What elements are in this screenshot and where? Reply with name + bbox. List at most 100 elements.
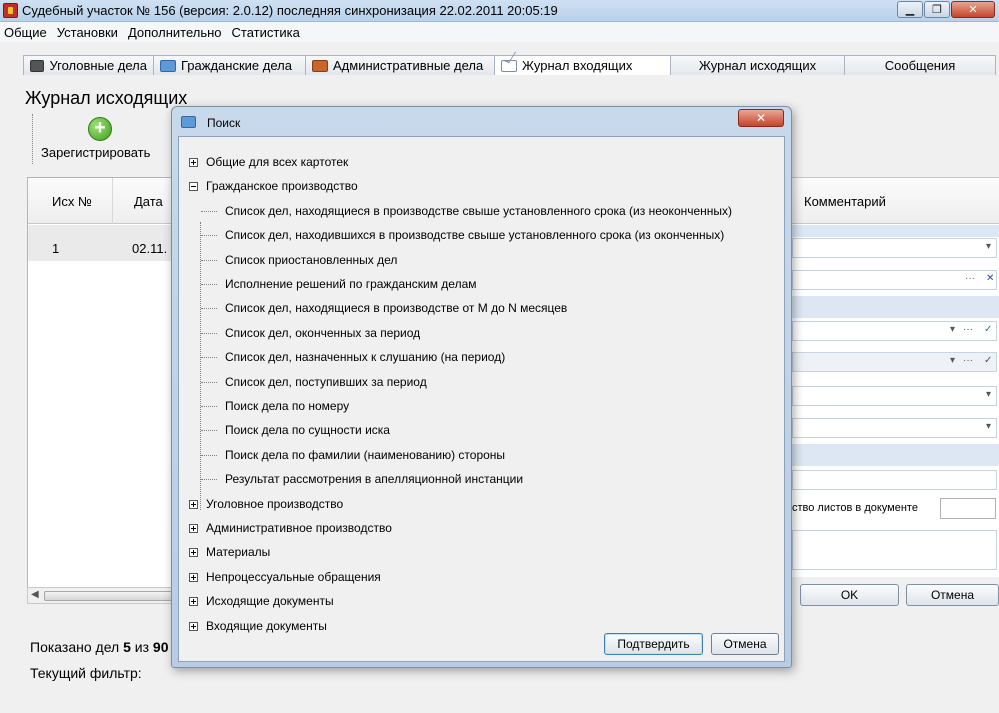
tab-civil-cases[interactable]: Гражданские дела bbox=[153, 55, 306, 75]
close-window-button[interactable]: ✕ bbox=[951, 1, 995, 18]
tree-item[interactable]: Список дел, назначенных к слушанию (на п… bbox=[225, 348, 505, 366]
expand-icon[interactable] bbox=[189, 621, 198, 631]
tab-outgoing-journal[interactable]: Журнал исходящих bbox=[670, 55, 845, 75]
tab-label: Уголовные дела bbox=[49, 58, 147, 73]
tree-item[interactable]: Исполнение решений по гражданским делам bbox=[225, 275, 477, 293]
register-button[interactable]: + Зарегистрировать bbox=[36, 114, 176, 164]
tab-messages[interactable]: Сообщения bbox=[844, 55, 996, 75]
window-titlebar: Судебный участок № 156 (версия: 2.0.12) … bbox=[0, 0, 999, 22]
briefcase-icon bbox=[30, 59, 45, 72]
collapse-icon[interactable] bbox=[189, 181, 198, 191]
tab-label: Сообщения bbox=[884, 58, 956, 73]
tree-item[interactable]: Список приостановленных дел bbox=[225, 251, 397, 269]
expand-icon[interactable] bbox=[189, 499, 198, 509]
detail-field-2[interactable]: ··· ✕ bbox=[792, 270, 997, 290]
sheets-count-stepper[interactable] bbox=[940, 498, 996, 519]
app-emblem-icon bbox=[3, 3, 18, 18]
tab-admin-cases[interactable]: Административные дела bbox=[305, 55, 495, 75]
detail-field-4[interactable]: ▾ ··· ✓ bbox=[792, 352, 997, 372]
tree-node-common[interactable]: Общие для всех картотек bbox=[189, 153, 348, 171]
detail-field-5[interactable]: ▾ bbox=[792, 386, 997, 406]
clear-icon[interactable]: ✕ bbox=[986, 273, 994, 284]
maximize-button[interactable]: ❐ bbox=[924, 1, 950, 18]
toolbar-separator bbox=[32, 114, 33, 164]
column-header-out-number[interactable]: Исх № bbox=[52, 194, 92, 209]
search-dialog: Поиск ✕ Общие для всех картотек Гражданс… bbox=[171, 106, 792, 668]
search-dialog-icon bbox=[181, 116, 196, 128]
tree-node-incoming-docs[interactable]: Входящие документы bbox=[189, 617, 327, 635]
tree-node-administrative[interactable]: Административное производство bbox=[189, 519, 392, 537]
tree-item[interactable]: Поиск дела по сущности иска bbox=[225, 421, 390, 439]
add-icon: + bbox=[88, 117, 112, 141]
detail-field-7[interactable] bbox=[792, 470, 997, 490]
tree-item[interactable]: Поиск дела по фамилии (наименованию) сто… bbox=[225, 446, 505, 464]
expand-icon[interactable] bbox=[189, 157, 198, 167]
detail-field-1[interactable]: ▾ bbox=[792, 238, 997, 258]
table-horizontal-scrollbar[interactable]: ◀ bbox=[27, 587, 173, 604]
detail-field-6[interactable]: ▾ bbox=[792, 418, 997, 438]
menu-bar: Общие Установки Дополнительно Статистика bbox=[0, 22, 999, 42]
minimize-button[interactable]: ▁ bbox=[897, 1, 923, 18]
ellipsis-icon[interactable]: ··· bbox=[963, 355, 973, 366]
column-divider bbox=[112, 178, 113, 224]
scrollbar-thumb[interactable] bbox=[44, 591, 173, 601]
mail-icon bbox=[501, 59, 517, 72]
comment-header: Комментарий bbox=[792, 178, 999, 224]
register-label: Зарегистрировать bbox=[41, 145, 151, 160]
tree-item[interactable]: Результат рассмотрения в апелляционной и… bbox=[225, 470, 523, 488]
column-header-date[interactable]: Дата bbox=[134, 194, 163, 209]
menu-additional[interactable]: Дополнительно bbox=[128, 25, 222, 40]
dialog-close-button[interactable]: ✕ bbox=[738, 109, 784, 127]
ok-button[interactable]: OK bbox=[800, 584, 899, 606]
chevron-down-icon[interactable]: ▾ bbox=[986, 241, 991, 252]
chevron-down-icon[interactable]: ▾ bbox=[986, 421, 991, 432]
tree-item[interactable]: Список дел, находившихся в производстве … bbox=[225, 226, 724, 244]
dialog-cancel-button[interactable]: Отмена bbox=[711, 633, 779, 655]
tree-guide-line bbox=[200, 222, 201, 510]
confirm-button[interactable]: Подтвердить bbox=[604, 633, 703, 655]
table-header: Исх № Дата bbox=[28, 178, 171, 224]
tab-label: Журнал исходящих bbox=[698, 58, 817, 73]
ellipsis-icon[interactable]: ··· bbox=[965, 273, 975, 284]
detail-field-3[interactable]: ▾ ··· ✓ bbox=[792, 321, 997, 341]
table-row[interactable]: 1 02.11. bbox=[28, 225, 171, 261]
expand-icon[interactable] bbox=[189, 596, 198, 606]
admin-case-icon bbox=[312, 59, 328, 72]
tree-item[interactable]: Список дел, поступивших за период bbox=[225, 373, 427, 391]
tree-item[interactable]: Список дел, оконченных за период bbox=[225, 324, 420, 342]
menu-statistics[interactable]: Статистика bbox=[232, 25, 300, 40]
chevron-down-icon[interactable]: ▾ bbox=[950, 355, 955, 366]
chevron-down-icon[interactable]: ▾ bbox=[950, 324, 955, 335]
expand-icon[interactable] bbox=[189, 523, 198, 533]
window-title: Судебный участок № 156 (версия: 2.0.12) … bbox=[22, 3, 558, 18]
tree-item[interactable]: Поиск дела по номеру bbox=[225, 397, 349, 415]
tree-node-nonprocedural[interactable]: Непроцессуальные обращения bbox=[189, 568, 381, 586]
expand-icon[interactable] bbox=[189, 572, 198, 582]
tree-node-outgoing-docs[interactable]: Исходящие документы bbox=[189, 592, 334, 610]
search-tree: Общие для всех картотек Гражданское прои… bbox=[178, 136, 785, 662]
tree-node-criminal[interactable]: Уголовное производство bbox=[189, 495, 343, 513]
dialog-title: Поиск bbox=[207, 116, 241, 130]
current-filter-label: Текущий фильтр: bbox=[30, 665, 142, 681]
check-icon[interactable]: ✓ bbox=[984, 324, 992, 335]
outgoing-table: Исх № Дата 1 02.11. bbox=[27, 177, 172, 591]
tree-node-materials[interactable]: Материалы bbox=[189, 543, 270, 561]
main-tabs: Уголовные дела Гражданские дела Админист… bbox=[23, 55, 996, 75]
tab-incoming-journal[interactable]: Журнал входящих bbox=[494, 55, 671, 75]
tab-label: Журнал входящих bbox=[522, 58, 633, 73]
scroll-left-icon[interactable]: ◀ bbox=[31, 589, 39, 600]
civil-case-icon bbox=[160, 59, 176, 72]
tab-label: Административные дела bbox=[333, 58, 484, 73]
tree-item[interactable]: Список дел, находящиеся в производстве о… bbox=[225, 299, 567, 317]
tab-criminal-cases[interactable]: Уголовные дела bbox=[23, 55, 154, 75]
tree-item[interactable]: Список дел, находящиеся в производстве с… bbox=[225, 202, 732, 220]
expand-icon[interactable] bbox=[189, 547, 198, 557]
comment-textarea[interactable] bbox=[792, 530, 997, 570]
check-icon[interactable]: ✓ bbox=[984, 355, 992, 366]
ellipsis-icon[interactable]: ··· bbox=[963, 324, 973, 335]
tree-node-civil[interactable]: Гражданское производство bbox=[189, 177, 358, 195]
cancel-button[interactable]: Отмена bbox=[906, 584, 999, 606]
menu-settings[interactable]: Установки bbox=[57, 25, 118, 40]
chevron-down-icon[interactable]: ▾ bbox=[986, 389, 991, 400]
menu-general[interactable]: Общие bbox=[4, 25, 47, 40]
